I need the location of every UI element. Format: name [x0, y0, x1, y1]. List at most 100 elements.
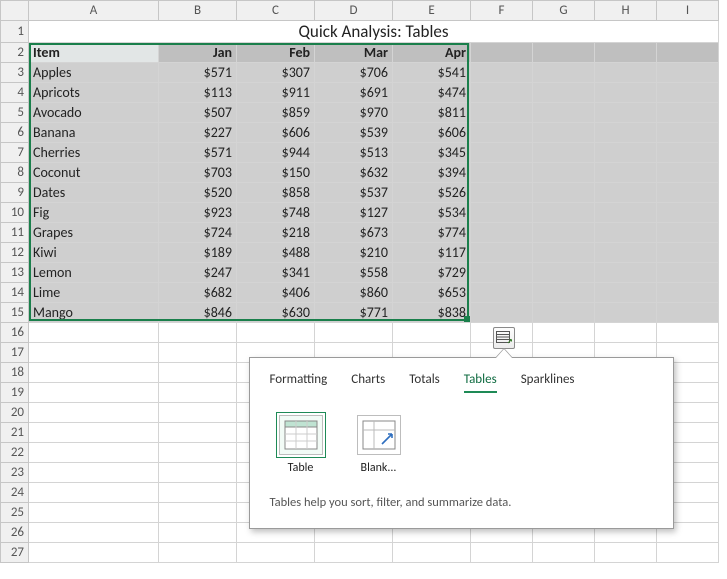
qa-tab-totals[interactable]: Totals	[409, 372, 440, 393]
row-header[interactable]: 15	[1, 303, 29, 323]
table-header-month[interactable]: Mar	[315, 43, 393, 63]
cell[interactable]: $210	[315, 243, 393, 263]
cell[interactable]	[29, 443, 159, 463]
cell[interactable]: $218	[237, 223, 315, 243]
row-header[interactable]: 6	[1, 123, 29, 143]
cell[interactable]	[29, 523, 159, 543]
cell[interactable]: $724	[159, 223, 237, 243]
cell[interactable]: $859	[237, 103, 315, 123]
cell[interactable]: $541	[393, 63, 471, 83]
cell[interactable]: Banana	[29, 123, 159, 143]
row-header[interactable]: 27	[1, 543, 29, 563]
cell[interactable]: Kiwi	[29, 243, 159, 263]
cell[interactable]: Cherries	[29, 143, 159, 163]
cell[interactable]	[29, 503, 159, 523]
column-header[interactable]: F	[471, 1, 533, 21]
cell[interactable]: $653	[393, 283, 471, 303]
row-header[interactable]: 9	[1, 183, 29, 203]
quick-analysis-button[interactable]	[493, 327, 515, 349]
cell[interactable]: $846	[159, 303, 237, 323]
cell[interactable]	[471, 543, 533, 563]
cell[interactable]: $513	[315, 143, 393, 163]
cell[interactable]: $394	[393, 163, 471, 183]
cell[interactable]: $838	[393, 303, 471, 323]
row-header[interactable]: 26	[1, 523, 29, 543]
cell[interactable]: Coconut	[29, 163, 159, 183]
cell[interactable]: $534	[393, 203, 471, 223]
cell[interactable]: $729	[393, 263, 471, 283]
row-header[interactable]: 4	[1, 83, 29, 103]
column-header[interactable]: B	[159, 1, 237, 21]
cell[interactable]: $345	[393, 143, 471, 163]
cell[interactable]: $606	[393, 123, 471, 143]
cell[interactable]	[393, 543, 471, 563]
row-header[interactable]: 5	[1, 103, 29, 123]
cell[interactable]: $307	[237, 63, 315, 83]
cell[interactable]: $558	[315, 263, 393, 283]
cell[interactable]: $189	[159, 243, 237, 263]
cell[interactable]	[29, 543, 159, 563]
cell[interactable]: $771	[315, 303, 393, 323]
cell[interactable]	[159, 423, 237, 443]
cell[interactable]: $507	[159, 103, 237, 123]
cell[interactable]	[159, 483, 237, 503]
table-header-month[interactable]: Feb	[237, 43, 315, 63]
row-header[interactable]: 3	[1, 63, 29, 83]
cell[interactable]	[159, 503, 237, 523]
cell[interactable]: $911	[237, 83, 315, 103]
cell[interactable]	[29, 323, 159, 343]
cell[interactable]	[159, 343, 237, 363]
cell[interactable]: $860	[315, 283, 393, 303]
qa-tab-sparklines[interactable]: Sparklines	[521, 372, 575, 393]
column-header[interactable]: G	[533, 1, 595, 21]
cell[interactable]: $858	[237, 183, 315, 203]
cell[interactable]: $117	[393, 243, 471, 263]
column-header[interactable]: H	[595, 1, 657, 21]
cell[interactable]	[393, 323, 471, 343]
cell[interactable]: $673	[315, 223, 393, 243]
cell[interactable]: Fig	[29, 203, 159, 223]
row-header[interactable]: 25	[1, 503, 29, 523]
qa-tab-tables[interactable]: Tables	[464, 372, 497, 393]
cell[interactable]	[159, 383, 237, 403]
cell[interactable]	[159, 363, 237, 383]
cell[interactable]: $520	[159, 183, 237, 203]
column-header[interactable]: E	[393, 1, 471, 21]
cell[interactable]: $970	[315, 103, 393, 123]
cell[interactable]: Lime	[29, 283, 159, 303]
select-all-corner[interactable]	[1, 1, 29, 21]
cell[interactable]: $341	[237, 263, 315, 283]
qa-tab-formatting[interactable]: Formatting	[270, 372, 328, 393]
cell[interactable]	[29, 463, 159, 483]
cell[interactable]	[237, 543, 315, 563]
column-header[interactable]: C	[237, 1, 315, 21]
row-header[interactable]: 18	[1, 363, 29, 383]
qa-option-table[interactable]: Table	[270, 415, 332, 475]
cell[interactable]: $227	[159, 123, 237, 143]
row-header[interactable]: 10	[1, 203, 29, 223]
cell[interactable]: $474	[393, 83, 471, 103]
cell[interactable]: Apricots	[29, 83, 159, 103]
qa-tab-charts[interactable]: Charts	[351, 372, 385, 393]
cell[interactable]	[159, 403, 237, 423]
cell[interactable]: $150	[237, 163, 315, 183]
row-header[interactable]: 22	[1, 443, 29, 463]
column-header[interactable]: D	[315, 1, 393, 21]
table-header-month[interactable]: Jan	[159, 43, 237, 63]
row-header[interactable]: 13	[1, 263, 29, 283]
cell[interactable]: $944	[237, 143, 315, 163]
cell[interactable]	[159, 523, 237, 543]
cell[interactable]	[29, 423, 159, 443]
row-header[interactable]: 14	[1, 283, 29, 303]
cell[interactable]: $923	[159, 203, 237, 223]
row-header[interactable]: 7	[1, 143, 29, 163]
cell[interactable]	[159, 463, 237, 483]
cell[interactable]: $630	[237, 303, 315, 323]
table-header-item[interactable]: Item	[29, 43, 159, 63]
table-header-month[interactable]: Apr	[393, 43, 471, 63]
cell[interactable]: $247	[159, 263, 237, 283]
cell[interactable]: $571	[159, 63, 237, 83]
cell[interactable]	[29, 383, 159, 403]
row-header[interactable]: 16	[1, 323, 29, 343]
column-header[interactable]: A	[29, 1, 159, 21]
